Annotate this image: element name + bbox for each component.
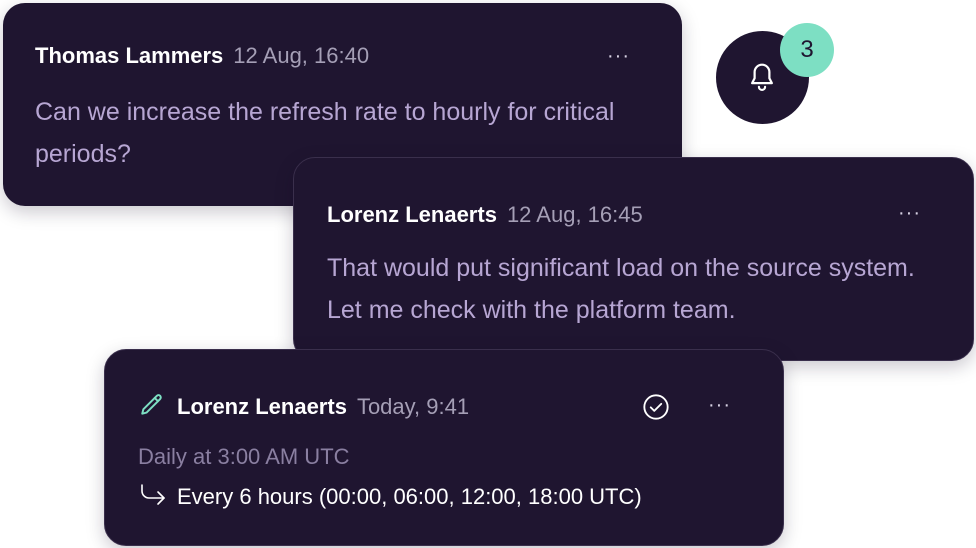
new-value: Every 6 hours (00:00, 06:00, 12:00, 18:0…: [177, 484, 642, 509]
comment-header: Thomas Lammers 12 Aug, 16:40: [35, 43, 369, 69]
edit-timestamp: Today, 9:41: [356, 394, 470, 419]
edit-author: Lorenz Lenaerts: [177, 394, 347, 419]
previous-value: Daily at 3:00 AM UTC: [138, 444, 350, 469]
edit-header: Lorenz Lenaerts Today, 9:41: [177, 394, 469, 420]
comment-author: Thomas Lammers: [35, 43, 224, 68]
more-options-button[interactable]: ···: [898, 202, 921, 225]
comment-card: Lorenz Lenaerts 12 Aug, 16:45 ··· That w…: [293, 157, 974, 361]
comment-timestamp: 12 Aug, 16:40: [233, 43, 370, 68]
more-options-button[interactable]: ···: [607, 45, 630, 68]
more-options-button[interactable]: ···: [708, 394, 731, 417]
comment-header: Lorenz Lenaerts 12 Aug, 16:45: [327, 202, 643, 228]
bell-icon: [751, 63, 773, 91]
return-arrow-icon: [141, 484, 165, 505]
comment-message: That would put significant load on the s…: [327, 254, 915, 324]
comments-stage: Thomas Lammers 12 Aug, 16:40 ··· Can we …: [0, 0, 976, 548]
check-circle-icon[interactable]: [642, 393, 670, 421]
comment-author: Lorenz Lenaerts: [327, 202, 497, 227]
pencil-icon: [141, 394, 162, 415]
comment-timestamp: 12 Aug, 16:45: [506, 202, 643, 227]
notification-count-badge: 3: [780, 23, 834, 77]
edit-card: Lorenz Lenaerts Today, 9:41 ··· Daily at…: [104, 349, 784, 546]
